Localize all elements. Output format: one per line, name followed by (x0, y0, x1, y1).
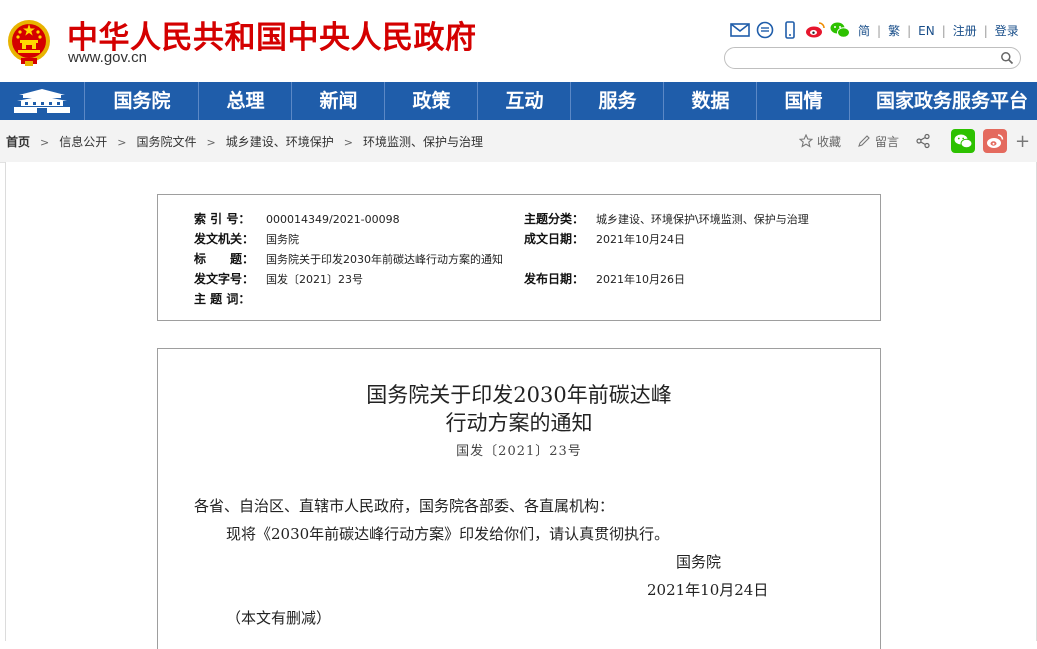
search-input[interactable] (735, 50, 994, 67)
issuer-value: 国务院 (266, 233, 299, 246)
document-note: （本文有删减） (226, 609, 332, 627)
national-emblem-icon[interactable] (7, 18, 51, 66)
site-url[interactable]: www.gov.cn (68, 49, 147, 66)
document-signer: 国务院 (676, 553, 722, 571)
share-button[interactable] (915, 133, 935, 149)
more-share-button[interactable]: + (1015, 131, 1030, 152)
lang-english-link[interactable]: EN (918, 24, 935, 38)
nav-item-data[interactable]: 数据 (663, 82, 757, 120)
document-body: 国务院关于印发2030年前碳达峰 行动方案的通知 国发〔2021〕23号 各省、… (157, 348, 881, 649)
login-link[interactable]: 登录 (995, 24, 1019, 38)
nav-item-services[interactable]: 服务 (570, 82, 664, 120)
nav-home[interactable] (0, 82, 84, 120)
breadcrumb-urban-env[interactable]: 城乡建设、环境保护 (226, 135, 334, 149)
index-value: 000014349/2021-00098 (266, 213, 400, 226)
doc-number-label: 发文字号： (194, 272, 255, 286)
topic-value: 城乡建设、环境保护\环境监测、保护与治理 (596, 213, 809, 226)
register-link[interactable]: 注册 (953, 24, 977, 38)
document-addressee: 各省、自治区、直辖市人民政府，国务院各部委、各直属机构： (194, 497, 615, 515)
nav-item-news[interactable]: 新闻 (291, 82, 385, 120)
share-icon (916, 133, 930, 149)
search-box (724, 47, 1021, 69)
wechat-share-button[interactable] (951, 129, 976, 153)
written-date-label: 成文日期： (524, 232, 585, 246)
comment-button[interactable]: 留言 (857, 133, 899, 150)
chevron-right-icon: > (343, 136, 353, 149)
chevron-right-icon: > (206, 136, 216, 149)
written-date-value: 2021年10月24日 (596, 233, 685, 246)
collect-button[interactable]: 收藏 (799, 133, 841, 150)
nav-item-policy[interactable]: 政策 (384, 82, 478, 120)
topic-label: 主题分类： (524, 212, 585, 226)
comment-label: 留言 (875, 134, 900, 149)
doc-number-value: 国发〔2021〕23号 (266, 273, 363, 286)
language-login-links: 简 | 繁 | EN | 注册 | 登录 (858, 24, 1019, 38)
breadcrumb: 首页 > 信息公开 > 国务院文件 > 城乡建设、环境保护 > 环境监测、保护与治理 (6, 133, 483, 150)
tiananmen-icon (14, 89, 70, 113)
mobile-icon[interactable] (779, 20, 801, 40)
weibo-icon (987, 134, 1004, 148)
article-tools: 收藏 留言 + (799, 128, 1030, 154)
document-body-text: 现将《2030年前碳达峰行动方案》印发给你们，请认真贯彻执行。 (226, 525, 670, 543)
nav-item-state-council[interactable]: 国务院 (84, 82, 199, 120)
message-icon[interactable] (754, 20, 776, 40)
site-header: 中华人民共和国中央人民政府 www.gov.cn 简 | 繁 | EN | 注册 | 登录 (0, 0, 1037, 82)
document-number: 国发〔2021〕23号 (456, 444, 582, 459)
wechat-icon (954, 134, 973, 149)
published-date-value: 2021年10月26日 (596, 273, 685, 286)
weibo-share-button[interactable] (983, 129, 1008, 153)
breadcrumb-home[interactable]: 首页 (6, 135, 30, 149)
document-metadata-table: 索 引 号： 000014349/2021-00098 主题分类： 城乡建设、环境保… (157, 194, 881, 321)
nav-item-premier[interactable]: 总理 (198, 82, 292, 120)
document-date: 2021年10月24日 (647, 581, 769, 599)
main-nav: 国务院 总理 新闻 政策 互动 服务 数据 国情 国家政务服务平台 (0, 82, 1037, 120)
pencil-icon (858, 135, 870, 147)
collect-label: 收藏 (817, 134, 842, 149)
chevron-right-icon: > (117, 136, 127, 149)
star-icon (799, 134, 813, 148)
breadcrumb-bar: 首页 > 信息公开 > 国务院文件 > 城乡建设、环境保护 > 环境监测、保护与治理 收藏 留言… (0, 120, 1037, 163)
published-date-label: 发布日期： (524, 272, 585, 286)
share-icon-bar (729, 20, 854, 40)
nav-item-service-platform[interactable]: 国家政务服务平台 (849, 82, 1037, 120)
breadcrumb-council-docs[interactable]: 国务院文件 (136, 135, 196, 149)
wechat-icon[interactable] (829, 20, 851, 40)
title-value: 国务院关于印发2030年前碳达峰行动方案的通知 (266, 253, 503, 266)
document-title-line-1: 国务院关于印发2030年前碳达峰 (366, 383, 672, 407)
lang-simplified-link[interactable]: 简 (858, 24, 870, 38)
issuer-label: 发文机关： (194, 232, 255, 246)
document-title-line-2: 行动方案的通知 (445, 411, 593, 435)
breadcrumb-info-open[interactable]: 信息公开 (59, 135, 107, 149)
breadcrumb-env-monitoring[interactable]: 环境监测、保护与治理 (363, 135, 483, 149)
nav-item-national-info[interactable]: 国情 (756, 82, 850, 120)
title-label: 标 题： (194, 252, 255, 266)
search-icon[interactable] (1000, 51, 1014, 65)
email-icon[interactable] (729, 20, 751, 40)
lang-traditional-link[interactable]: 繁 (888, 24, 900, 38)
weibo-icon[interactable] (804, 20, 826, 40)
index-label: 索 引 号： (194, 212, 251, 226)
chevron-right-icon: > (40, 136, 50, 149)
nav-item-interaction[interactable]: 互动 (477, 82, 571, 120)
keywords-label: 主 题 词： (194, 292, 251, 306)
